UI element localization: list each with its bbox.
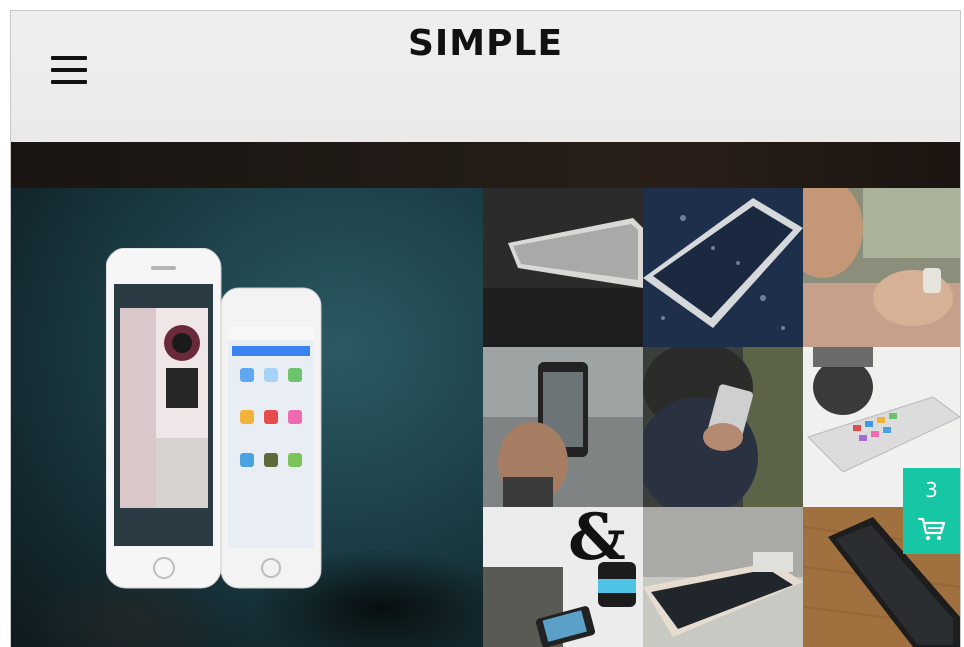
- site-logo[interactable]: SIMPLE: [11, 23, 960, 64]
- gallery-item[interactable]: [803, 188, 960, 347]
- shopping-cart-icon: [918, 517, 946, 541]
- hero-image[interactable]: [11, 188, 483, 647]
- cart-count: 3: [925, 478, 938, 502]
- gallery-item[interactable]: [643, 188, 803, 347]
- image-grid: &: [483, 188, 960, 647]
- gallery-item[interactable]: [483, 188, 643, 347]
- hero-top-strip: [11, 142, 960, 188]
- page-frame: SIMPLE & 3: [10, 10, 961, 647]
- gallery-item[interactable]: [643, 347, 803, 507]
- gallery-item[interactable]: &: [483, 507, 643, 647]
- gallery-item[interactable]: [483, 347, 643, 507]
- gallery-item[interactable]: [643, 507, 803, 647]
- cart-button[interactable]: 3: [903, 468, 960, 554]
- iphones-illustration: [106, 248, 322, 589]
- site-header: SIMPLE: [11, 11, 960, 143]
